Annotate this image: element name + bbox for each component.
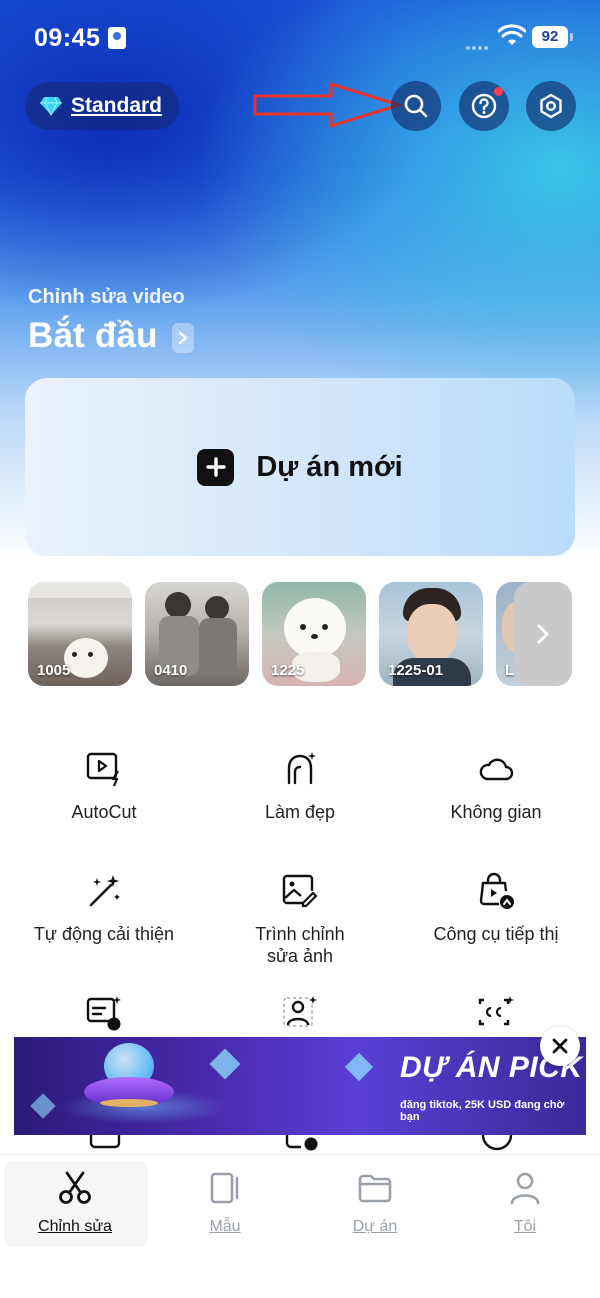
tool-space[interactable]: Không gian bbox=[401, 750, 591, 823]
new-project-label: Dự án mới bbox=[256, 450, 403, 483]
magic-wand-icon bbox=[89, 875, 120, 907]
tool-label: Làm đẹp bbox=[264, 802, 336, 822]
tab-label: Mẫu bbox=[209, 1218, 241, 1235]
section-subtitle: Chỉnh sửa video bbox=[28, 286, 185, 308]
photo-editor-icon bbox=[282, 874, 318, 908]
ad-banner[interactable]: DỰ ÁN PICK đăng tiktok, 25K USD đang chờ… bbox=[14, 1037, 586, 1135]
auto-captions-icon bbox=[478, 996, 514, 1026]
ad-subtitle: đăng tiktok, 25K USD đang chờ bạn bbox=[400, 1099, 565, 1123]
portrait-icon bbox=[283, 996, 317, 1027]
thumbnail-label: 1225 bbox=[271, 662, 305, 679]
camera-icon bbox=[89, 1135, 121, 1149]
ufo-illustration bbox=[74, 1037, 174, 1135]
recent-project-thumbnail[interactable]: 1005 bbox=[28, 582, 132, 686]
crystal-decoration bbox=[344, 1052, 374, 1082]
scissors-icon bbox=[59, 1171, 91, 1204]
image-icon bbox=[285, 1135, 318, 1151]
help-icon bbox=[471, 93, 497, 119]
tab-templates[interactable]: Mẫu bbox=[155, 1169, 295, 1236]
notification-dot bbox=[494, 87, 503, 96]
caption-icon bbox=[86, 996, 121, 1031]
tool-marketing[interactable]: Công cụ tiếp thị bbox=[401, 872, 591, 945]
recent-project-thumbnail[interactable]: 1225-01 bbox=[379, 582, 483, 686]
chevron-right-icon[interactable] bbox=[172, 323, 194, 353]
thumbnail-label: 1225-01 bbox=[388, 662, 444, 679]
autocut-icon bbox=[86, 752, 119, 787]
contact-card-icon bbox=[108, 27, 126, 49]
settings-icon bbox=[540, 93, 562, 119]
help-button[interactable] bbox=[459, 81, 509, 131]
thumbnail-label: 1005 bbox=[37, 662, 71, 679]
plus-icon bbox=[197, 448, 235, 486]
thumbnail-label: 0410 bbox=[154, 662, 188, 679]
chevron-right-icon bbox=[537, 624, 549, 644]
recent-project-thumbnail[interactable]: 0410 bbox=[145, 582, 249, 686]
search-icon bbox=[404, 94, 428, 118]
timer-icon bbox=[481, 1135, 513, 1151]
cloud-icon bbox=[479, 758, 514, 781]
tab-label: Chỉnh sửa bbox=[38, 1218, 112, 1235]
close-icon bbox=[552, 1038, 568, 1054]
beauty-icon bbox=[287, 752, 316, 785]
settings-button[interactable] bbox=[526, 81, 576, 131]
profile-icon bbox=[510, 1172, 540, 1205]
wifi-icon bbox=[498, 24, 526, 45]
tool-auto-enhance[interactable]: Tự động cải thiện bbox=[9, 872, 199, 945]
tool-photo-editor[interactable]: Trình chỉnh sửa ảnh bbox=[205, 872, 395, 967]
tool-beauty[interactable]: Làm đẹp bbox=[205, 750, 395, 823]
tool-label: Không gian bbox=[450, 802, 542, 822]
section-title[interactable]: Bắt đầu bbox=[28, 316, 158, 356]
tab-edit[interactable]: Chỉnh sửa bbox=[5, 1169, 145, 1236]
cellular-signal-icon bbox=[466, 37, 492, 50]
template-icon bbox=[210, 1172, 239, 1204]
status-time: 09:45 bbox=[34, 24, 101, 52]
tab-label: Dự án bbox=[352, 1218, 398, 1235]
plan-badge[interactable]: Standard bbox=[25, 82, 179, 130]
search-button[interactable] bbox=[391, 81, 441, 131]
tool-label: Trình chỉnh sửa ảnh bbox=[255, 924, 345, 966]
thumbnail-label: L bbox=[505, 662, 515, 679]
plan-label: Standard bbox=[71, 94, 163, 117]
tool-autocut[interactable]: AutoCut bbox=[9, 750, 199, 823]
tool-label: Công cụ tiếp thị bbox=[433, 924, 559, 944]
tool-label: AutoCut bbox=[71, 802, 137, 822]
tab-label: Tôi bbox=[513, 1218, 537, 1235]
battery-indicator: 92 bbox=[532, 26, 573, 48]
recent-project-thumbnail[interactable]: 1225 bbox=[262, 582, 366, 686]
bottom-tab-bar: Chỉnh sửa Mẫu Dự án Tôi bbox=[0, 1154, 600, 1298]
diamond-icon bbox=[40, 96, 62, 116]
more-projects-button[interactable] bbox=[514, 582, 572, 686]
crystal-decoration bbox=[209, 1048, 241, 1080]
folder-icon bbox=[358, 1174, 392, 1203]
new-project-button[interactable]: Dự án mới bbox=[25, 378, 575, 556]
close-ad-button[interactable] bbox=[540, 1026, 580, 1066]
tab-profile[interactable]: Tôi bbox=[455, 1169, 595, 1236]
tool-label: Tự động cải thiện bbox=[33, 924, 175, 944]
marketing-icon bbox=[479, 872, 514, 909]
annotation-arrow bbox=[253, 82, 403, 128]
tab-projects[interactable]: Dự án bbox=[305, 1169, 445, 1236]
status-bar: 09:45 92 bbox=[0, 0, 600, 76]
